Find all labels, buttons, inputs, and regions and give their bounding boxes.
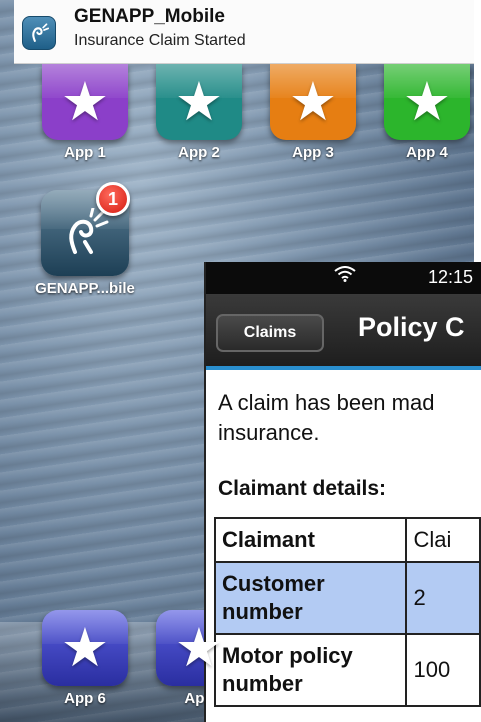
- star-icon: ★: [288, 72, 338, 132]
- table-row: Claimant Clai: [213, 517, 481, 564]
- wifi-icon: [334, 266, 356, 287]
- app-label: App 1: [64, 144, 106, 161]
- table-cell-key: Motor policy number: [213, 633, 408, 708]
- table-cell-value: 2: [405, 561, 481, 636]
- app-6-tile: ★: [42, 610, 128, 686]
- notification-badge: 1: [96, 182, 130, 216]
- section-title: Claimant details:: [218, 477, 387, 501]
- app-3[interactable]: ★ App 3: [268, 64, 358, 161]
- content-area: A claim has been mad insurance. Claimant…: [206, 370, 481, 708]
- genapp-icon: [69, 208, 109, 254]
- app-2[interactable]: ★ App 2: [154, 64, 244, 161]
- app-label: GENAPP...bile: [35, 280, 135, 297]
- table-cell-key: Claimant: [213, 517, 408, 564]
- claimant-table: Claimant Clai Customer number 2 Motor po…: [213, 517, 481, 708]
- table-cell-value: Clai: [405, 517, 481, 564]
- app-label: App 6: [64, 690, 106, 707]
- star-icon: ★: [402, 72, 452, 132]
- table-row: Customer number 2: [213, 561, 481, 636]
- star-icon: ★: [60, 618, 110, 678]
- star-icon: ★: [174, 618, 224, 678]
- table-row: Motor policy number 100: [213, 633, 481, 708]
- app-1-tile: ★: [42, 64, 128, 140]
- app-genapp[interactable]: 1 GENAPP...bile: [26, 182, 144, 297]
- table-cell-value: 100: [405, 633, 481, 708]
- app-4[interactable]: ★ App 4: [382, 64, 472, 161]
- app-label: App 4: [406, 144, 448, 161]
- nav-bar: Claims Policy C: [206, 294, 481, 370]
- app-label: App 2: [178, 144, 220, 161]
- app-3-tile: ★: [270, 64, 356, 140]
- status-time: 12:15: [428, 267, 474, 287]
- banner-message: Insurance Claim Started: [74, 32, 246, 49]
- star-icon: ★: [174, 72, 224, 132]
- claim-message: A claim has been mad insurance.: [218, 390, 435, 445]
- app-label: App 3: [292, 144, 334, 161]
- app-4-tile: ★: [384, 64, 470, 140]
- app-6[interactable]: ★ App 6: [40, 610, 130, 707]
- status-bar: 12:15: [206, 262, 481, 294]
- notification-banner[interactable]: GENAPP_Mobile Insurance Claim Started: [14, 0, 474, 64]
- back-button[interactable]: Claims: [216, 314, 324, 352]
- app-window: 12:15 Claims Policy C A claim has been m…: [204, 262, 481, 722]
- table-cell-key: Customer number: [213, 561, 408, 636]
- star-icon: ★: [60, 72, 110, 132]
- app-2-tile: ★: [156, 64, 242, 140]
- genapp-icon: [22, 16, 56, 50]
- app-1[interactable]: ★ App 1: [40, 64, 130, 161]
- banner-app-name: GENAPP_Mobile: [74, 6, 225, 27]
- page-title: Policy C: [358, 312, 465, 342]
